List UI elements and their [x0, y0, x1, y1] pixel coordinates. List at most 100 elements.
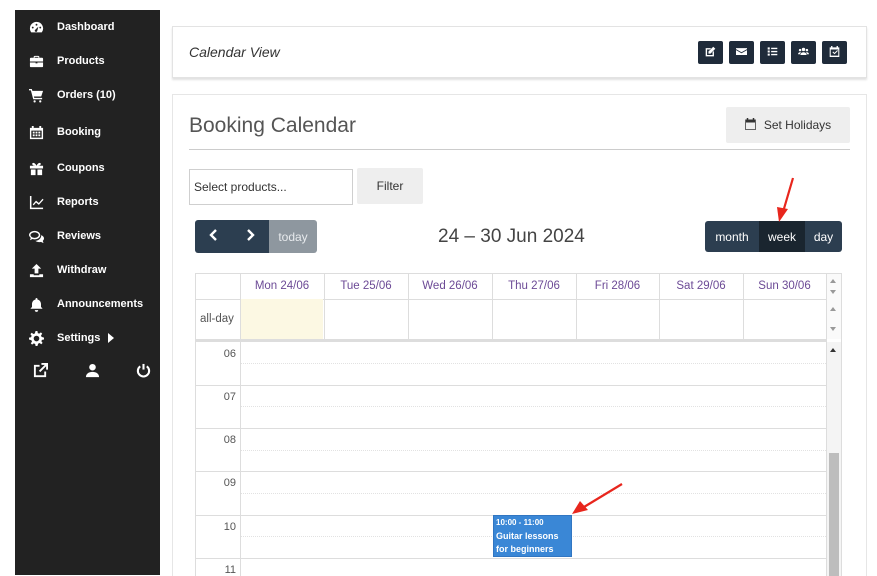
set-holidays-label: Set Holidays: [763, 118, 832, 132]
sidebar-item-label: Announcements: [57, 298, 144, 310]
page-title: Calendar View: [189, 44, 280, 60]
caret-right-icon: [108, 333, 115, 343]
sidebar-item-reports[interactable]: Reports: [29, 192, 99, 212]
column-divider: [492, 274, 493, 339]
day-header: Fri 28/06: [594, 280, 641, 292]
day-header: Wed 26/06: [422, 280, 478, 292]
users-button[interactable]: [791, 41, 816, 64]
today-button[interactable]: today: [269, 220, 317, 253]
today-all-day-cell[interactable]: [240, 299, 323, 339]
hour-label: 11: [224, 564, 236, 576]
event-subtitle: for beginners: [496, 544, 554, 554]
set-holidays-button[interactable]: Set Holidays: [726, 107, 850, 143]
sidebar-item-products[interactable]: Products: [29, 51, 105, 71]
edit-button[interactable]: [698, 41, 723, 64]
scroll-up-icon[interactable]: [830, 348, 836, 352]
calendar-nav: today: [195, 220, 317, 253]
product-select-placeholder: Select products...: [194, 180, 287, 194]
email-button[interactable]: [729, 41, 754, 64]
comments-icon: [29, 229, 49, 244]
sidebar-item-coupons[interactable]: Coupons: [29, 158, 105, 178]
chevron-right-icon: [246, 228, 255, 246]
column-divider: [408, 274, 409, 339]
power-icon[interactable]: [136, 363, 151, 378]
sidebar-item-booking[interactable]: Booking: [29, 122, 101, 142]
event-time: 10:00 - 11:00: [496, 518, 544, 527]
gift-icon: [29, 161, 49, 176]
column-divider: [659, 274, 660, 339]
day-header: Sat 29/06: [676, 280, 726, 292]
next-week-button[interactable]: [232, 220, 269, 253]
all-day-row: all-day: [196, 299, 826, 342]
day-header-row: Mon 24/06 Tue 25/06 Wed 26/06 Thu 27/06 …: [196, 274, 826, 300]
week-view-button[interactable]: week: [759, 221, 805, 252]
prev-week-button[interactable]: [195, 220, 232, 253]
day-header: Sun 30/06: [758, 280, 811, 292]
week-calendar: Mon 24/06 Tue 25/06 Wed 26/06 Thu 27/06 …: [195, 273, 842, 576]
title-divider: [189, 149, 850, 150]
sidebar-item-dashboard[interactable]: Dashboard: [29, 17, 114, 37]
upload-icon: [29, 263, 49, 278]
sidebar-item-orders[interactable]: Orders (10): [29, 85, 116, 105]
calendar-check-icon: [829, 44, 840, 62]
half-hour-line: [240, 406, 826, 407]
scroll-up-icon[interactable]: [830, 307, 836, 311]
list-icon: [767, 44, 778, 62]
calendar-view-header: Calendar View: [172, 26, 867, 78]
chart-line-icon: [29, 195, 49, 210]
list-button[interactable]: [760, 41, 785, 64]
sidebar-item-label: Orders (10): [57, 89, 116, 101]
half-hour-line: [240, 450, 826, 451]
hour-line: [196, 428, 826, 429]
calendar-icon: [745, 117, 764, 133]
scroll-down-icon[interactable]: [830, 327, 836, 331]
cart-icon: [29, 88, 49, 103]
user-icon[interactable]: [85, 363, 100, 378]
sidebar-bottom-actions: [33, 363, 151, 378]
filter-button[interactable]: Filter: [357, 168, 423, 204]
scroll-down-icon[interactable]: [830, 290, 836, 294]
half-hour-line: [240, 493, 826, 494]
hour-label: 07: [223, 391, 236, 403]
sidebar-item-label: Booking: [57, 126, 101, 138]
product-select[interactable]: Select products...: [189, 169, 353, 205]
sidebar-item-label: Products: [57, 55, 105, 67]
booking-calendar-title: Booking Calendar: [189, 114, 356, 137]
hour-label: 06: [223, 348, 236, 360]
column-divider: [240, 274, 241, 576]
hour-label: 10: [223, 521, 236, 533]
sidebar-item-label: Withdraw: [57, 264, 107, 276]
sidebar-item-reviews[interactable]: Reviews: [29, 226, 101, 246]
day-header: Tue 25/06: [340, 280, 392, 292]
calendar-button[interactable]: [822, 41, 847, 64]
column-divider: [576, 274, 577, 339]
day-header: Thu 27/06: [508, 280, 560, 292]
edit-icon: [705, 44, 716, 62]
scrollbar-thumb[interactable]: [829, 453, 839, 576]
hour-label: 08: [223, 434, 236, 446]
sidebar: Dashboard Products Orders (10) Booking C…: [15, 10, 160, 575]
envelope-icon: [736, 44, 747, 62]
chevron-left-icon: [209, 228, 218, 246]
sidebar-item-settings[interactable]: Settings: [29, 328, 115, 348]
booking-calendar-card: Booking Calendar Set Holidays Select pro…: [172, 94, 867, 576]
gear-icon: [29, 330, 49, 346]
scroll-up-icon[interactable]: [830, 279, 836, 283]
sidebar-item-label: Coupons: [57, 162, 105, 174]
sidebar-item-label: Settings: [57, 332, 101, 344]
booking-event[interactable]: 10:00 - 11:00 Guitar lessons for beginne…: [493, 515, 572, 557]
sidebar-item-announcements[interactable]: Announcements: [29, 294, 143, 314]
sidebar-item-label: Reports: [57, 196, 99, 208]
time-grid[interactable]: 06 07 08 09 10 11 10:00 - 11:00 Guitar l…: [196, 342, 826, 576]
briefcase-icon: [29, 54, 49, 69]
date-range-title: 24 – 30 Jun 2024: [438, 226, 585, 247]
sidebar-item-withdraw[interactable]: Withdraw: [29, 260, 106, 280]
hour-label: 09: [223, 477, 236, 489]
half-hour-line: [240, 363, 826, 364]
dashboard-icon: [29, 20, 49, 35]
month-view-button[interactable]: month: [705, 221, 759, 252]
hour-line: [196, 471, 826, 472]
day-view-button[interactable]: day: [805, 221, 842, 252]
external-link-icon[interactable]: [33, 363, 48, 378]
event-title: Guitar lessons: [496, 531, 559, 541]
